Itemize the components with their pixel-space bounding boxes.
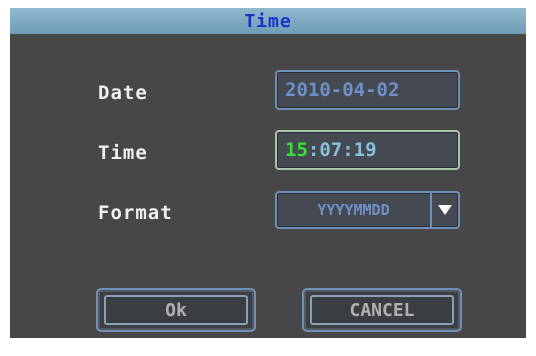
time-field[interactable]: 15:07:19	[275, 130, 460, 170]
cancel-button-inner: CANCEL	[310, 295, 454, 325]
time-separator: :	[307, 139, 320, 161]
date-label: Date	[98, 82, 148, 104]
time-minutes-seconds[interactable]: 07:19	[319, 139, 376, 161]
ok-button-inner: Ok	[104, 295, 248, 325]
format-select[interactable]: YYYYMMDD	[275, 191, 460, 229]
dialog-title: Time	[244, 10, 292, 32]
date-value: 2010-04-02	[285, 79, 400, 101]
triangle-down-icon	[438, 205, 452, 215]
format-dropdown-button[interactable]	[430, 193, 458, 227]
dialog-titlebar: Time	[10, 8, 526, 34]
format-value: YYYYMMDD	[317, 201, 390, 219]
cancel-button[interactable]: CANCEL	[302, 288, 462, 332]
ok-button[interactable]: Ok	[96, 288, 256, 332]
ok-button-label: Ok	[165, 299, 187, 321]
time-hour-segment[interactable]: 15	[285, 139, 308, 161]
cancel-button-label: CANCEL	[349, 299, 415, 321]
time-dialog: Time Date 2010-04-02 Time 15:07:19 Forma…	[10, 8, 526, 338]
date-field[interactable]: 2010-04-02	[275, 70, 460, 110]
time-label: Time	[98, 142, 148, 164]
format-label: Format	[98, 202, 173, 224]
